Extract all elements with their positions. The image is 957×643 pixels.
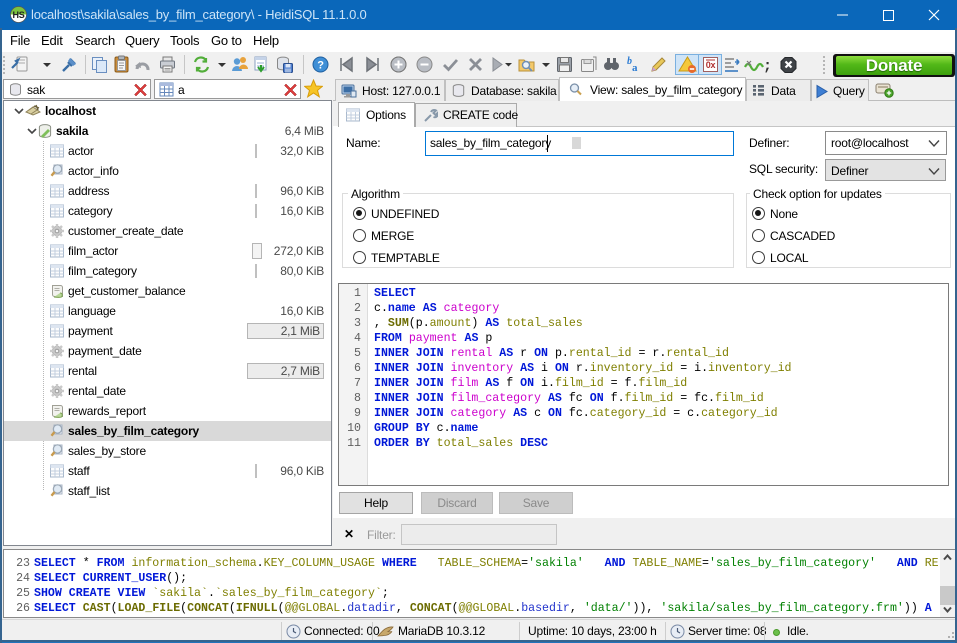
svg-text:;: ;	[763, 58, 772, 74]
svg-text:?: ?	[317, 60, 324, 72]
svg-text:a: a	[632, 62, 638, 74]
svg-text:HS: HS	[12, 10, 24, 20]
svg-text:0x: 0x	[706, 60, 716, 70]
